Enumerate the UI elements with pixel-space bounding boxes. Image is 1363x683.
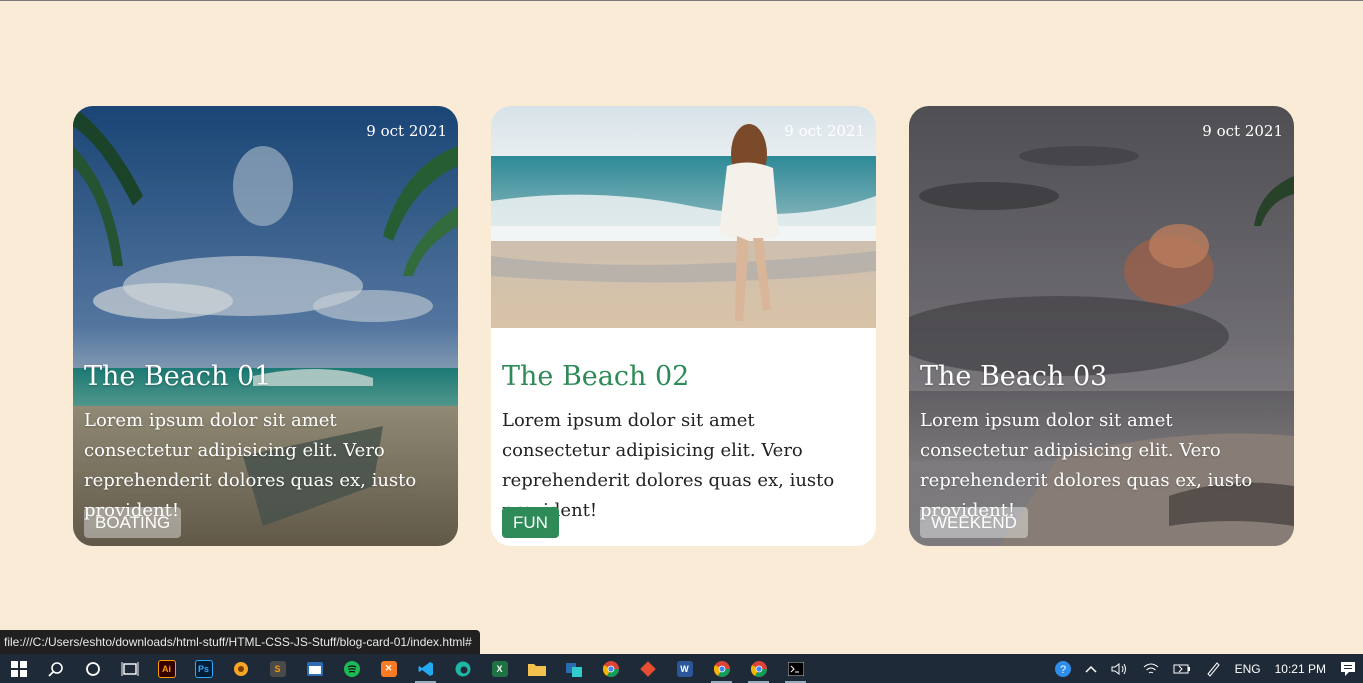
illustrator-icon[interactable]: Ai: [148, 654, 185, 683]
file-explorer-icon[interactable]: [518, 654, 555, 683]
pen-icon[interactable]: [1198, 654, 1228, 683]
language-indicator[interactable]: ENG: [1228, 654, 1268, 683]
app-icon[interactable]: [296, 654, 333, 683]
app-icon[interactable]: [555, 654, 592, 683]
card-title[interactable]: The Beach 01: [84, 361, 271, 392]
card-date: 9 oct 2021: [1202, 122, 1283, 140]
excel-icon[interactable]: X: [481, 654, 518, 683]
help-icon[interactable]: ?: [1048, 654, 1078, 683]
card-title[interactable]: The Beach 03: [920, 361, 1107, 392]
cortana-icon[interactable]: [74, 654, 111, 683]
chrome-icon[interactable]: [703, 654, 740, 683]
terminal-icon[interactable]: [777, 654, 814, 683]
task-view-icon[interactable]: [111, 654, 148, 683]
notification-icon[interactable]: [1333, 654, 1363, 683]
illustrator-label: Ai: [157, 659, 176, 678]
chrome-icon[interactable]: [740, 654, 777, 683]
xampp-icon[interactable]: ✕: [370, 654, 407, 683]
system-tray: ? ENG 10:21 PM: [1048, 654, 1363, 683]
card-date: 9 oct 2021: [366, 122, 447, 140]
clock[interactable]: 10:21 PM: [1268, 654, 1333, 683]
photoshop-icon[interactable]: Ps: [185, 654, 222, 683]
windows-start-icon[interactable]: [0, 654, 37, 683]
git-icon[interactable]: [629, 654, 666, 683]
vscode-icon[interactable]: [407, 654, 444, 683]
card-title[interactable]: The Beach 02: [502, 361, 689, 392]
edge-icon[interactable]: [444, 654, 481, 683]
excel-label: X: [491, 660, 508, 677]
search-icon[interactable]: [37, 654, 74, 683]
browser-status-url: file:///C:/Users/eshto/downloads/html-st…: [0, 630, 480, 654]
app-icon[interactable]: [222, 654, 259, 683]
wifi-icon[interactable]: [1136, 654, 1166, 683]
svg-text:?: ?: [1060, 664, 1066, 676]
chrome-icon[interactable]: [592, 654, 629, 683]
card-tag[interactable]: BOATING: [84, 507, 182, 538]
word-icon[interactable]: W: [666, 654, 703, 683]
chevron-up-icon[interactable]: [1078, 654, 1104, 683]
volume-icon[interactable]: [1104, 654, 1136, 683]
windows-taskbar: Ai Ps S ✕ X W ? ENG 10:21 PM: [0, 654, 1363, 683]
card-tag[interactable]: FUN: [502, 507, 559, 538]
card-date: 9 oct 2021: [784, 122, 865, 140]
blog-card-3[interactable]: 9 oct 2021 The Beach 03 Lorem ipsum dolo…: [909, 106, 1294, 546]
blog-card-2[interactable]: 9 oct 2021 The Beach 02 Lorem ipsum dolo…: [491, 106, 876, 546]
battery-icon[interactable]: [1166, 654, 1198, 683]
photoshop-label: Ps: [194, 659, 213, 678]
sublime-text-icon[interactable]: S: [259, 654, 296, 683]
browser-top-border: [0, 0, 1363, 1]
word-label: W: [676, 660, 693, 677]
card-tag[interactable]: WEEKEND: [920, 507, 1028, 538]
spotify-icon[interactable]: [333, 654, 370, 683]
blog-card-1[interactable]: 9 oct 2021 The Beach 01 Lorem ipsum dolo…: [73, 106, 458, 546]
